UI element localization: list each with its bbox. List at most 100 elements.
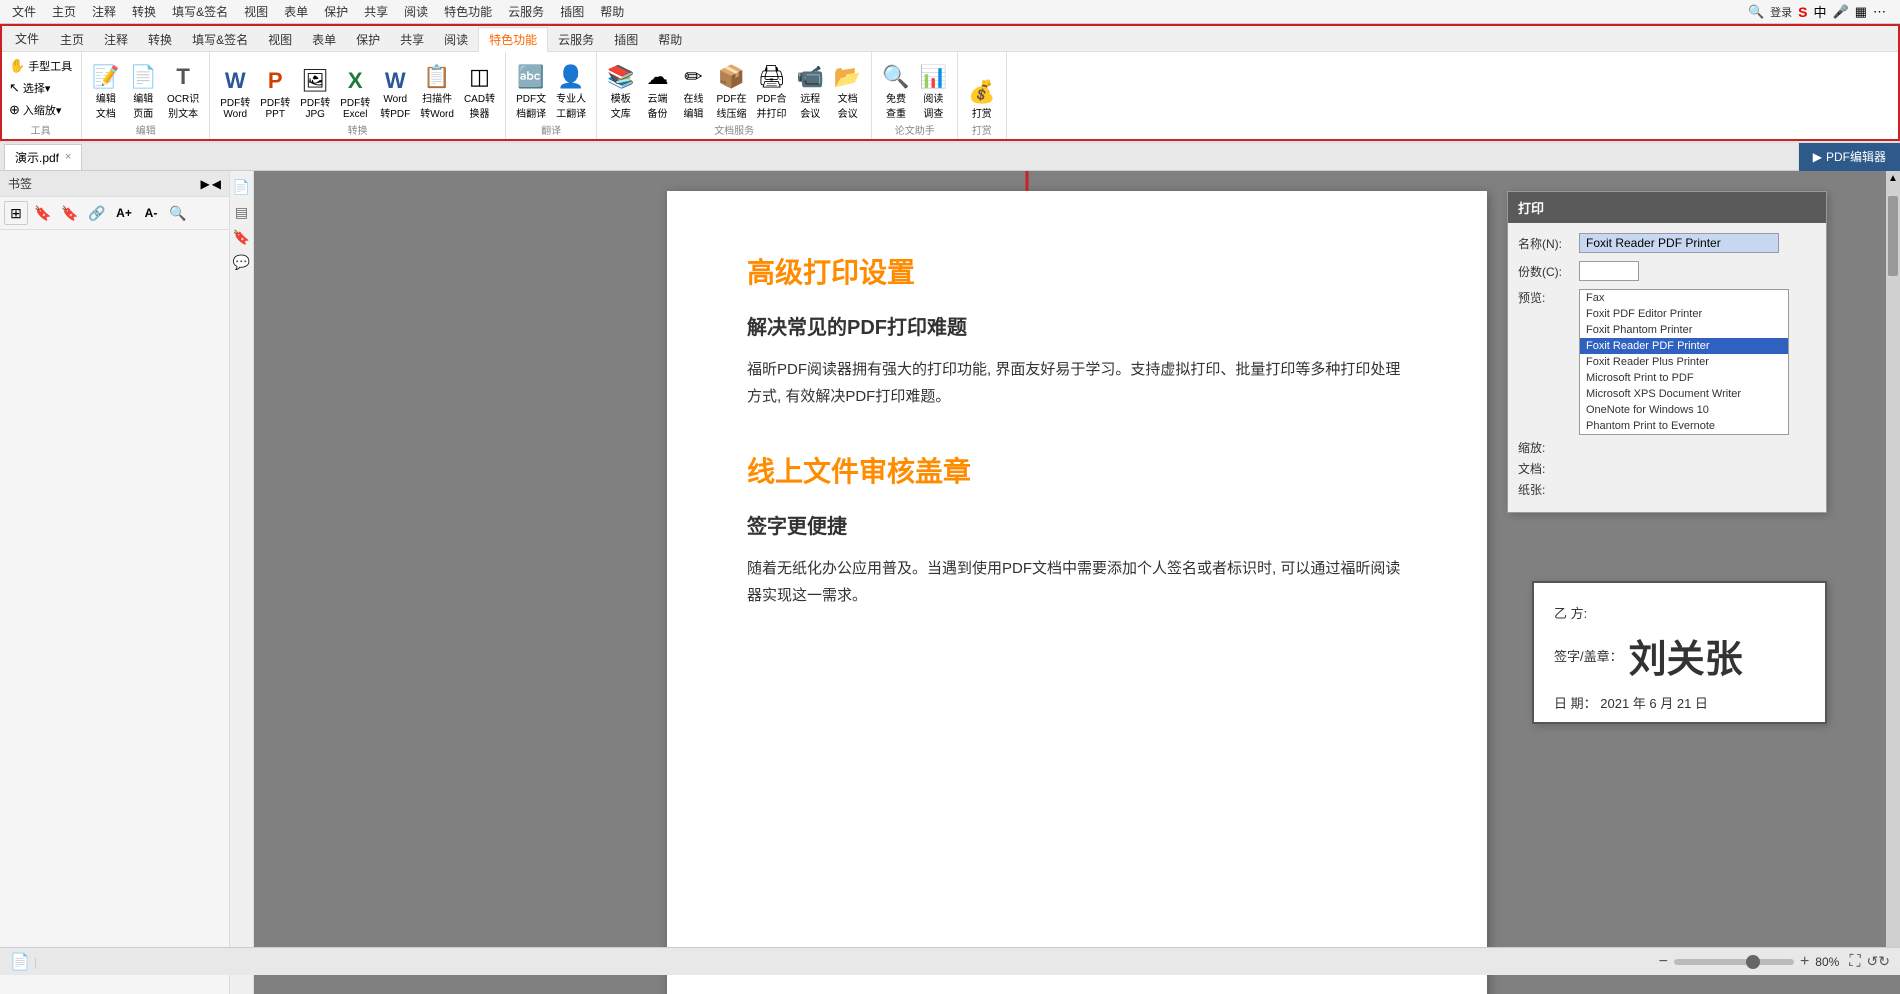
pdf-to-ppt-button[interactable]: P PDF转PPT: [256, 66, 294, 122]
sidebar-tool-font-small[interactable]: A-: [139, 201, 163, 225]
scrollbar-thumb[interactable]: [1888, 196, 1898, 276]
edit-page-button[interactable]: 📄 编辑页面: [126, 62, 161, 122]
sidebar-tool-font-large[interactable]: A+: [112, 201, 136, 225]
menu-form[interactable]: 表单: [276, 1, 316, 22]
menu-home[interactable]: 主页: [44, 1, 84, 22]
menu-help[interactable]: 帮助: [592, 1, 632, 22]
compress-icon: 📦: [718, 64, 745, 90]
read-survey-button[interactable]: 📊 阅读调查: [916, 62, 951, 122]
pdf-to-word-button[interactable]: W PDF转Word: [216, 66, 254, 122]
ribbon-tab-convert[interactable]: 转换: [138, 28, 182, 51]
menu-annotate[interactable]: 注释: [84, 1, 124, 22]
menu-plugin[interactable]: 插图: [552, 1, 592, 22]
ribbon-tab-home[interactable]: 主页: [50, 28, 94, 51]
ribbon-tab-protect[interactable]: 保护: [346, 28, 390, 51]
login-button[interactable]: 登录: [1770, 4, 1792, 20]
ribbon-tab-file[interactable]: 文件: [4, 26, 50, 51]
menu-protect[interactable]: 保护: [316, 1, 356, 22]
doc-meeting-button[interactable]: 📂 文档会议: [830, 62, 865, 122]
ocr-button[interactable]: T OCR识别文本: [163, 62, 203, 122]
ribbon-tab-special[interactable]: 特色功能: [478, 27, 548, 52]
topbar-icon4[interactable]: ⋯: [1873, 4, 1886, 20]
scan-to-word-button[interactable]: 📋 扫描件转Word: [416, 62, 458, 122]
bottom-doc-icon[interactable]: 📄: [10, 952, 30, 972]
printer-onenote[interactable]: OneNote for Windows 10: [1580, 402, 1788, 418]
zoom-slider[interactable]: [1674, 959, 1794, 965]
ribbon-tab-share[interactable]: 共享: [390, 28, 434, 51]
printer-ms-pdf[interactable]: Microsoft Print to PDF: [1580, 370, 1788, 386]
menu-special[interactable]: 特色功能: [436, 1, 500, 22]
printer-fax[interactable]: Fax: [1580, 290, 1788, 306]
pdf-to-jpg-button[interactable]: 🖼 PDF转JPG: [296, 66, 334, 122]
sidebar-collapse-icon[interactable]: ◀: [212, 177, 221, 191]
scrollbar-up-arrow[interactable]: ▲: [1886, 171, 1900, 186]
topbar-icon1[interactable]: 中: [1814, 2, 1827, 21]
left-icon-bookmark[interactable]: 🔖: [233, 229, 250, 246]
pdf-merge-print-button[interactable]: 🖨 PDF合并打印: [752, 62, 790, 122]
ribbon-tab-fillsign[interactable]: 填写&签名: [182, 28, 258, 51]
vertical-scrollbar[interactable]: ▲: [1886, 171, 1900, 966]
zoom-out-button[interactable]: −: [1659, 953, 1668, 971]
ribbon-tab-form[interactable]: 表单: [302, 28, 346, 51]
menu-cloud[interactable]: 云服务: [500, 1, 552, 22]
printer-foxit-phantom[interactable]: Foxit Phantom Printer: [1580, 322, 1788, 338]
doc-tab-close[interactable]: ×: [65, 151, 71, 163]
print-copies-input[interactable]: [1579, 261, 1639, 281]
printer-foxit-editor[interactable]: Foxit PDF Editor Printer: [1580, 306, 1788, 322]
ribbon-tab-cloud[interactable]: 云服务: [548, 28, 604, 51]
search-icon[interactable]: 🔍: [1748, 4, 1764, 20]
topbar-icon3[interactable]: ▦: [1855, 4, 1867, 20]
template-library-button[interactable]: 📚 模板文库: [603, 62, 638, 122]
cloud-backup-button[interactable]: ☁ 云端备份: [640, 62, 674, 122]
sidebar-tool-child-bookmark[interactable]: 🔗: [85, 201, 109, 225]
remote-meeting-button[interactable]: 📹 远程会议: [792, 62, 827, 122]
pdf-to-excel-button[interactable]: X PDF转Excel: [336, 66, 374, 122]
menu-fillsign[interactable]: 填写&签名: [164, 1, 236, 22]
left-icon-comment[interactable]: 💬: [233, 254, 250, 271]
menu-convert[interactable]: 转换: [124, 1, 164, 22]
sidebar-tool-sub-bookmark[interactable]: 🔖: [58, 201, 82, 225]
topbar-icon2[interactable]: 🎤: [1833, 4, 1849, 20]
jpg-icon: 🖼: [301, 68, 329, 94]
zoom-in-button[interactable]: +: [1800, 953, 1809, 971]
free-check-button[interactable]: 🔍 免费查重: [878, 62, 913, 122]
menu-file[interactable]: 文件: [4, 1, 44, 22]
print-name-input[interactable]: Foxit Reader PDF Printer: [1579, 233, 1779, 253]
online-edit-button[interactable]: ✏ 在线编辑: [676, 62, 710, 122]
pro-translate-button[interactable]: 👤 专业人工翻译: [552, 62, 590, 122]
cad-converter-button[interactable]: ◫ CAD转换器: [460, 62, 499, 122]
hand-tool-button[interactable]: ✋ 手型工具: [6, 56, 75, 76]
edit-doc-button[interactable]: 📝 编辑文档: [88, 62, 123, 122]
sidebar-expand-icon[interactable]: ▶: [201, 177, 210, 191]
pdf-translate-button[interactable]: 🔤 PDF文档翻译: [512, 62, 550, 122]
ribbon-tab-help[interactable]: 帮助: [648, 28, 692, 51]
ribbon-tab-view[interactable]: 视图: [258, 28, 302, 51]
left-icon-doc[interactable]: 📄: [233, 179, 250, 196]
sidebar-tool-grid[interactable]: ⊞: [4, 201, 28, 225]
ribbon-tab-plugin[interactable]: 插图: [604, 28, 648, 51]
left-icon-layers[interactable]: ▤: [235, 204, 248, 221]
printer-ms-xps[interactable]: Microsoft XPS Document Writer: [1580, 386, 1788, 402]
rotate-icon[interactable]: ↺↻: [1867, 953, 1890, 970]
fullscreen-button[interactable]: ⛶: [1849, 953, 1860, 971]
pdf-editor-panel-label[interactable]: ▶ PDF编辑器: [1798, 143, 1900, 171]
section1: 高级打印设置 解决常见的PDF打印难题 福昕PDF阅读器拥有强大的打印功能, 界…: [747, 251, 1407, 410]
ribbon-tab-read[interactable]: 阅读: [434, 28, 478, 51]
menu-read[interactable]: 阅读: [396, 1, 436, 22]
ribbon-tab-annotate[interactable]: 注释: [94, 28, 138, 51]
select-tool-button[interactable]: ↖ 选择▾: [6, 78, 75, 98]
reward-button[interactable]: 💰 打赏: [964, 77, 999, 122]
printer-phantom-evernote[interactable]: Phantom Print to Evernote: [1580, 418, 1788, 434]
doc-tab[interactable]: 演示.pdf ×: [4, 144, 82, 170]
menu-share[interactable]: 共享: [356, 1, 396, 22]
print-printer-list[interactable]: Fax Foxit PDF Editor Printer Foxit Phant…: [1579, 289, 1789, 435]
word-to-pdf-button[interactable]: W Word转PDF: [376, 66, 414, 122]
menu-view[interactable]: 视图: [236, 1, 276, 22]
pdf-compress-button[interactable]: 📦 PDF在线压缩: [712, 62, 750, 122]
printer-foxit-plus[interactable]: Foxit Reader Plus Printer: [1580, 354, 1788, 370]
sidebar-tool-search[interactable]: 🔍: [166, 201, 190, 225]
zoom-slider-thumb[interactable]: [1746, 955, 1760, 969]
sidebar-tool-add-bookmark[interactable]: 🔖: [31, 201, 55, 225]
printer-foxit-reader[interactable]: Foxit Reader PDF Printer: [1580, 338, 1788, 354]
zoom-tool-button[interactable]: ⊕ 入缩放▾: [6, 100, 75, 120]
